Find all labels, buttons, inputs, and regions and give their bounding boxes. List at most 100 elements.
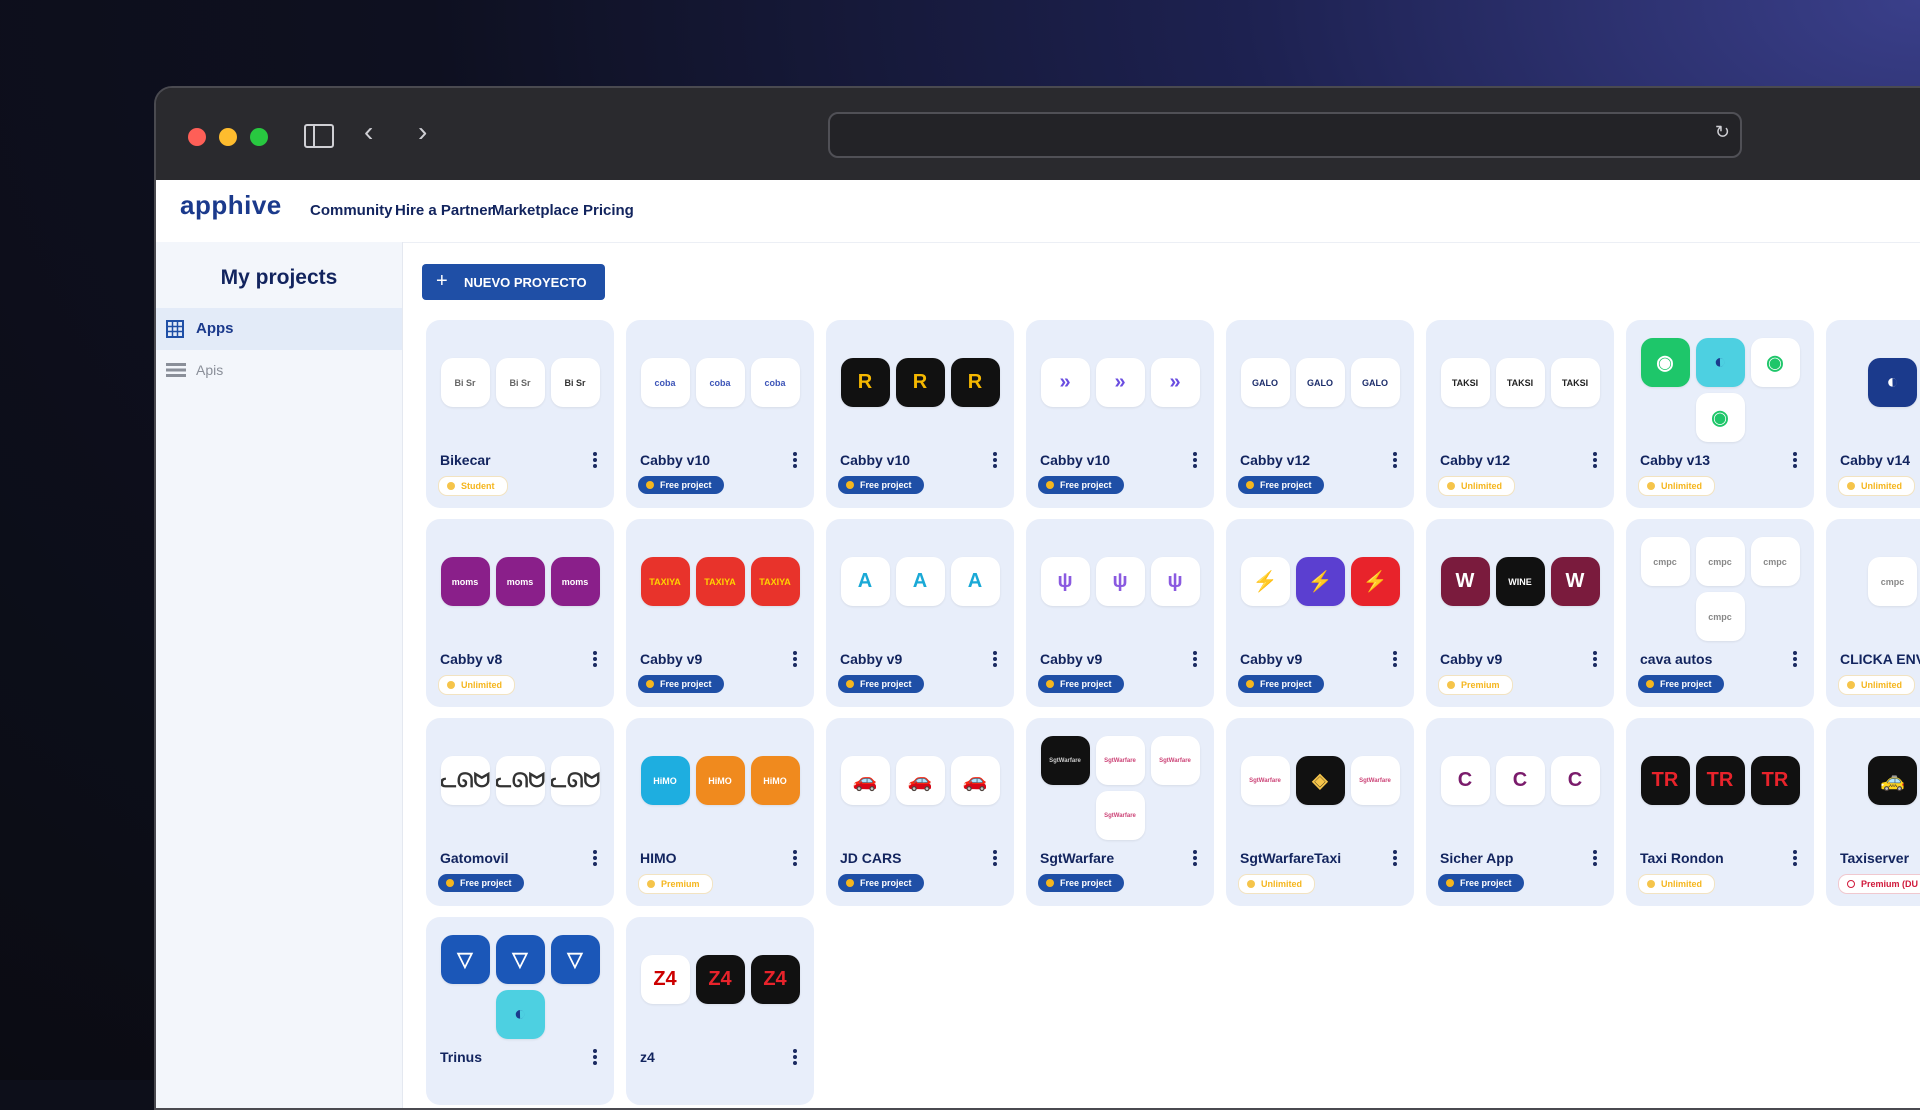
more-options-icon[interactable] [992, 649, 998, 669]
project-card[interactable]: TAKSITAKSITAKSICabby v12Unlimited [1426, 320, 1614, 508]
project-name: Cabby v10 [840, 452, 910, 468]
close-window-button[interactable] [188, 128, 206, 146]
project-card[interactable]: TAXIYATAXIYATAXIYACabby v9Free project [626, 519, 814, 707]
app-logo-icon: HiMO [641, 756, 690, 805]
project-card[interactable]: cmpccmpccmpccmpccava autosFree project [1626, 519, 1814, 707]
app-logo-icon: TR [1641, 756, 1690, 805]
more-options-icon[interactable] [1592, 848, 1598, 868]
project-card[interactable]: cmpccmpcCLICKA ENVIOSUnlimited [1826, 519, 1920, 707]
more-options-icon[interactable] [992, 450, 998, 470]
project-card[interactable]: ᓚᘏᗢᓚᘏᗢᓚᘏᗢGatomovilFree project [426, 718, 614, 906]
project-card[interactable]: Z4Z4Z4z4 [626, 917, 814, 1105]
project-card[interactable]: AAACabby v9Free project [826, 519, 1014, 707]
plan-badge: Unlimited [1838, 675, 1915, 695]
app-logo-icon: TR [1696, 756, 1745, 805]
back-arrow-icon[interactable]: ‹ [364, 116, 373, 148]
app-logo-icon: TR [1751, 756, 1800, 805]
sidebar-item-apps[interactable]: Apps [156, 308, 402, 350]
forward-arrow-icon[interactable]: › [418, 116, 427, 148]
more-options-icon[interactable] [592, 649, 598, 669]
plan-badge: Unlimited [438, 675, 515, 695]
more-options-icon[interactable] [1192, 450, 1198, 470]
project-card[interactable]: 🚗🚗🚗JD CARSFree project [826, 718, 1014, 906]
project-icons: CCC [1434, 756, 1606, 805]
more-options-icon[interactable] [792, 1047, 798, 1067]
more-options-icon[interactable] [1792, 649, 1798, 669]
more-options-icon[interactable] [1792, 450, 1798, 470]
app-logo-icon: ◐ [1696, 338, 1745, 387]
plan-badge: Student [438, 476, 508, 496]
project-card[interactable]: ◐◐Cabby v14Unlimited [1826, 320, 1920, 508]
more-options-icon[interactable] [792, 450, 798, 470]
more-options-icon[interactable] [1592, 450, 1598, 470]
nav-pricing-link[interactable]: Pricing [583, 202, 634, 219]
page-title: My projects [156, 266, 402, 290]
more-options-icon[interactable] [792, 649, 798, 669]
app-logo-icon: A [841, 557, 890, 606]
project-icons: ◉◐◉◉ [1634, 338, 1806, 442]
maximize-window-button[interactable] [250, 128, 268, 146]
project-card[interactable]: HiMOHiMOHiMOHIMOPremium [626, 718, 814, 906]
app-logo-icon: SgtWarfare [1096, 736, 1145, 785]
project-card[interactable]: SgtWarfareSgtWarfareSgtWarfareSgtWarfare… [1026, 718, 1214, 906]
sidebar-item-apis[interactable]: Apis [156, 350, 402, 392]
project-name: SgtWarfareTaxi [1240, 850, 1341, 866]
address-bar[interactable]: ↻ [828, 112, 1742, 158]
project-card[interactable]: momsmomsmomsCabby v8Unlimited [426, 519, 614, 707]
app-logo-icon: TAKSI [1551, 358, 1600, 407]
reload-icon[interactable]: ↻ [1715, 122, 1730, 143]
plan-badge: Unlimited [1638, 874, 1715, 894]
app-logo-icon: » [1151, 358, 1200, 407]
app-logo-icon: TAKSI [1496, 358, 1545, 407]
app-logo-icon: ◐ [1868, 358, 1917, 407]
project-card[interactable]: ◉◐◉◉Cabby v13Unlimited [1626, 320, 1814, 508]
more-options-icon[interactable] [1392, 848, 1398, 868]
app-logo-icon: TAXIYA [751, 557, 800, 606]
app-logo-icon: cmpc [1641, 537, 1690, 586]
app-logo-icon: R [951, 358, 1000, 407]
project-card[interactable]: SgtWarfare◈SgtWarfareSgtWarfareTaxiUnlim… [1226, 718, 1414, 906]
project-name: Cabby v12 [1240, 452, 1310, 468]
more-options-icon[interactable] [592, 848, 598, 868]
project-card[interactable]: »»»Cabby v10Free project [1026, 320, 1214, 508]
project-card[interactable]: TRTRTRTaxi RondonUnlimited [1626, 718, 1814, 906]
project-icons: ⚡⚡⚡ [1234, 557, 1406, 606]
project-card[interactable]: 🚕🚕TaxiserverPremium (DU [1826, 718, 1920, 906]
more-options-icon[interactable] [1392, 450, 1398, 470]
project-icons: HiMOHiMOHiMO [634, 756, 806, 805]
project-card[interactable]: CCCSicher AppFree project [1426, 718, 1614, 906]
more-options-icon[interactable] [592, 450, 598, 470]
project-card[interactable]: cobacobacobaCabby v10Free project [626, 320, 814, 508]
more-options-icon[interactable] [792, 848, 798, 868]
plan-badge: Free project [838, 476, 924, 494]
project-card[interactable]: GALOGALOGALOCabby v12Free project [1226, 320, 1414, 508]
project-name: Cabby v9 [640, 651, 702, 667]
nav-marketplace-link[interactable]: Marketplace [492, 202, 579, 219]
project-card[interactable]: Bi SrBi SrBi SrBikecarStudent [426, 320, 614, 508]
more-options-icon[interactable] [1392, 649, 1398, 669]
apphive-logo[interactable]: apphive [180, 190, 282, 221]
project-card[interactable]: RRR Cabby v10 Free project [826, 320, 1014, 508]
sidebar-toggle-icon[interactable] [304, 124, 334, 148]
minimize-window-button[interactable] [219, 128, 237, 146]
project-card[interactable]: ψψψCabby v9Free project [1026, 519, 1214, 707]
project-icons: RRR [834, 358, 1006, 407]
new-project-button[interactable]: + NUEVO PROYECTO [422, 264, 605, 300]
more-options-icon[interactable] [1792, 848, 1798, 868]
nav-hire-partner-link[interactable]: Hire a Partner [395, 202, 493, 219]
project-icons: TRTRTR [1634, 756, 1806, 805]
more-options-icon[interactable] [1192, 848, 1198, 868]
project-name: SgtWarfare [1040, 850, 1114, 866]
more-options-icon[interactable] [1192, 649, 1198, 669]
more-options-icon[interactable] [1592, 649, 1598, 669]
project-card[interactable]: WWINEWCabby v9Premium [1426, 519, 1614, 707]
nav-community-link[interactable]: Community [310, 202, 393, 219]
app-logo-icon: coba [641, 358, 690, 407]
project-name: Cabby v14 [1840, 452, 1910, 468]
app-logo-icon: WINE [1496, 557, 1545, 606]
more-options-icon[interactable] [592, 1047, 598, 1067]
project-card[interactable]: ⚡⚡⚡Cabby v9Free project [1226, 519, 1414, 707]
app-logo-icon: ⚡ [1351, 557, 1400, 606]
project-card[interactable]: ▽▽▽◐Trinus [426, 917, 614, 1105]
more-options-icon[interactable] [992, 848, 998, 868]
